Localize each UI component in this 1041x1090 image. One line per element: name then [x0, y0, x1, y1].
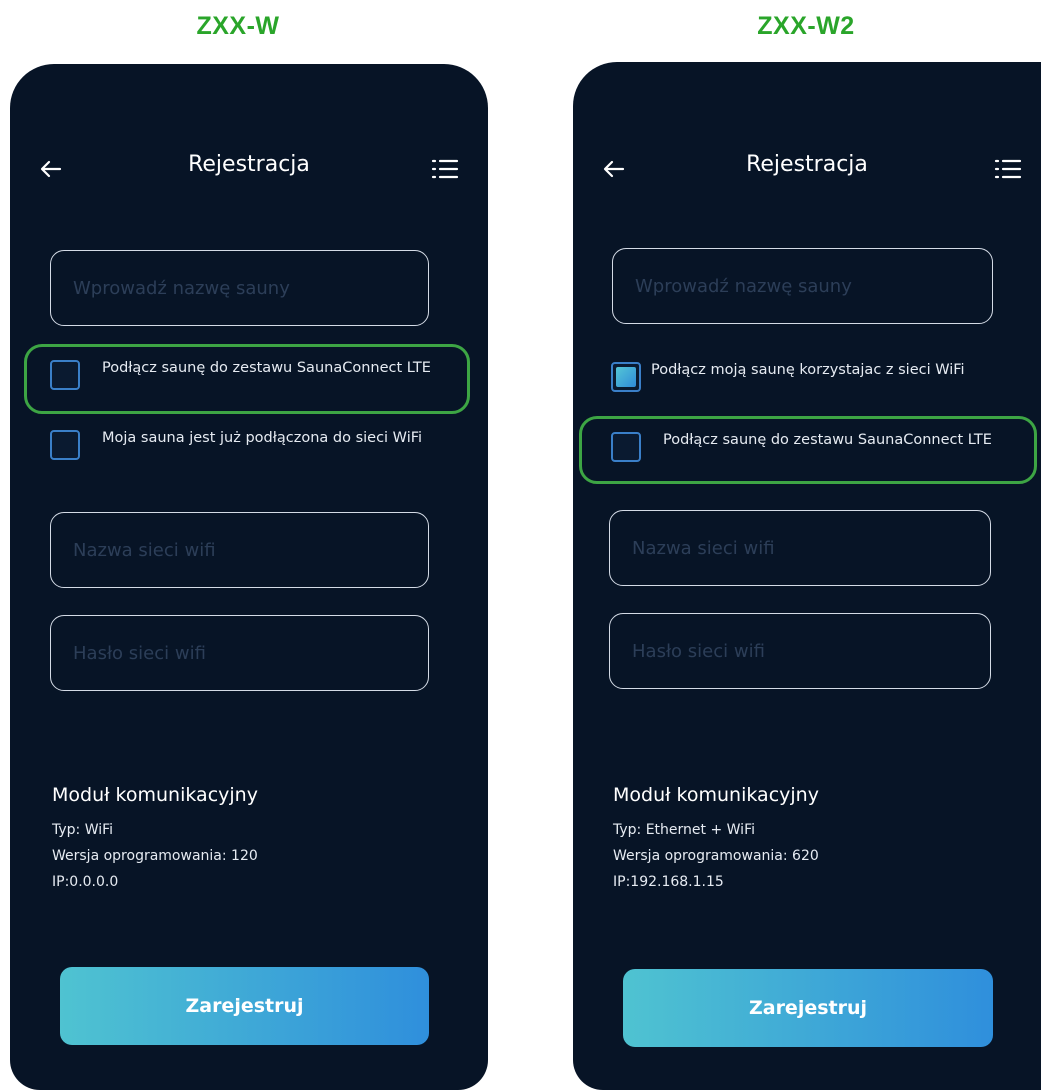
sauna-name-field[interactable]	[50, 250, 429, 326]
list-menu-icon[interactable]	[430, 156, 460, 182]
variant-title-right: ZXX-W2	[757, 12, 855, 40]
option-lte-row[interactable]: Podłącz saunę do zestawu SaunaConnect LT…	[611, 428, 1021, 462]
module-firmware: Wersja oprogramowania: 120	[52, 848, 258, 864]
module-title: Moduł komunikacyjny	[613, 784, 819, 806]
module-type: Typ: WiFi	[52, 822, 114, 838]
wifi-password-input[interactable]	[73, 642, 406, 664]
sauna-name-input[interactable]	[635, 275, 970, 297]
option-lte-row[interactable]: Podłącz saunę do zestawu SaunaConnect LT…	[50, 356, 460, 390]
option-wifi-row[interactable]: Moja sauna jest już podłączona do sieci …	[50, 426, 460, 460]
option-lte-checkbox[interactable]	[611, 432, 641, 462]
wifi-name-field[interactable]	[50, 512, 429, 588]
phone-screen-right: Rejestracja Podłącz moją saunę korzystaj…	[573, 62, 1041, 1090]
module-title: Moduł komunikacyjny	[52, 784, 258, 806]
list-menu-icon[interactable]	[993, 156, 1023, 182]
option-lte-checkbox[interactable]	[50, 360, 80, 390]
option-lte-label: Podłącz saunę do zestawu SaunaConnect LT…	[102, 360, 431, 376]
option-wifi-label: Podłącz moją saunę korzystajac z sieci W…	[651, 362, 965, 378]
option-wifi-label: Moja sauna jest już podłączona do sieci …	[102, 430, 423, 446]
checkbox-fill	[616, 367, 636, 387]
option-wifi-row[interactable]: Podłącz moją saunę korzystajac z sieci W…	[611, 358, 1021, 392]
screen-title: Rejestracja	[188, 152, 310, 177]
module-firmware: Wersja oprogramowania: 620	[613, 848, 819, 864]
wifi-password-field[interactable]	[50, 615, 429, 691]
module-ip: IP:192.168.1.15	[613, 874, 724, 890]
option-wifi-checkbox[interactable]	[611, 362, 641, 392]
sauna-name-input[interactable]	[73, 277, 406, 299]
variant-title-left: ZXX-W	[196, 12, 280, 40]
module-type: Typ: Ethernet + WiFi	[613, 822, 755, 838]
register-button[interactable]: Zarejestruj	[60, 967, 429, 1045]
sauna-name-field[interactable]	[612, 248, 993, 324]
wifi-password-field[interactable]	[609, 613, 991, 689]
screen-title: Rejestracja	[746, 152, 868, 177]
option-lte-label: Podłącz saunę do zestawu SaunaConnect LT…	[663, 432, 992, 448]
option-wifi-checkbox[interactable]	[50, 430, 80, 460]
wifi-name-input[interactable]	[73, 539, 406, 561]
phone-screen-left: Rejestracja Podłącz saunę do zestawu Sau…	[10, 64, 488, 1090]
wifi-name-field[interactable]	[609, 510, 991, 586]
wifi-name-input[interactable]	[632, 537, 968, 559]
register-button[interactable]: Zarejestruj	[623, 969, 993, 1047]
module-ip: IP:0.0.0.0	[52, 874, 119, 890]
wifi-password-input[interactable]	[632, 640, 968, 662]
